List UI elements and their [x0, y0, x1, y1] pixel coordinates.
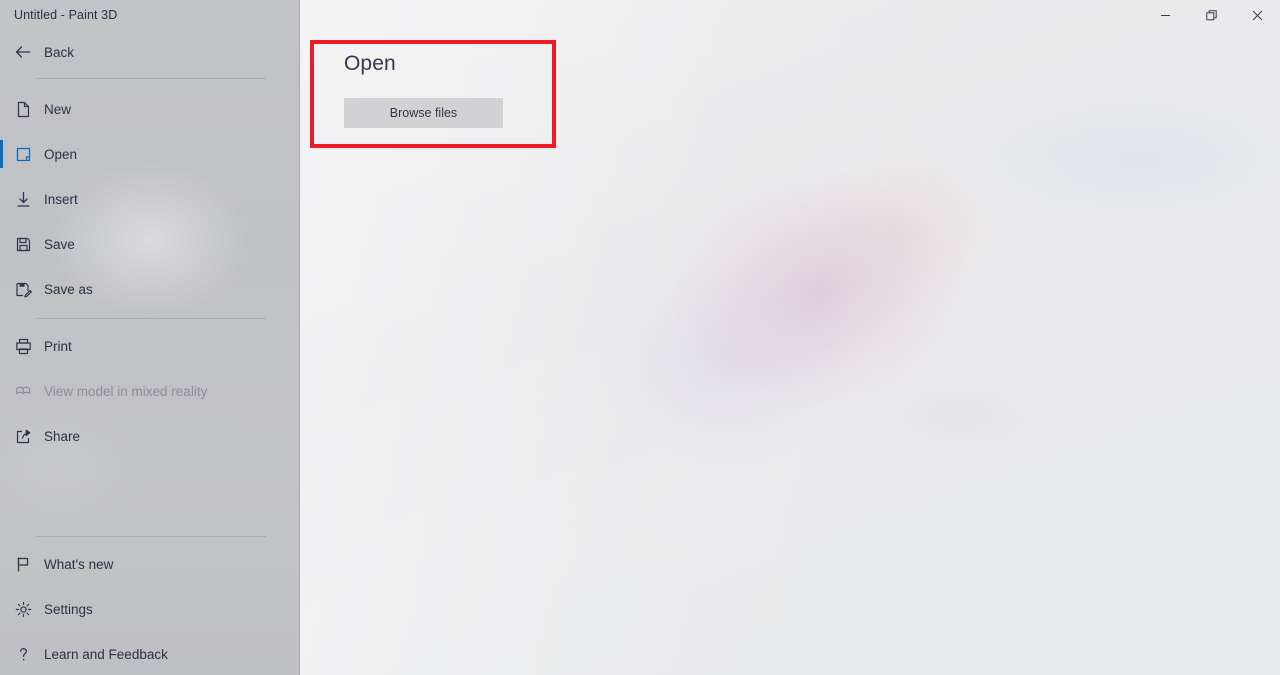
- selection-indicator: [0, 230, 3, 258]
- sidebar-item-label: What's new: [44, 556, 114, 572]
- selection-indicator: [0, 550, 3, 578]
- page-title: Open: [344, 52, 396, 75]
- share-icon: [13, 426, 33, 446]
- new-document-icon: [13, 99, 33, 119]
- sidebar-item-new[interactable]: New: [0, 91, 300, 127]
- sidebar-item-save-as[interactable]: Save as: [0, 271, 300, 307]
- sidebar-item-label: Save as: [44, 281, 93, 297]
- selection-indicator: [0, 275, 3, 303]
- selection-indicator: [0, 595, 3, 623]
- selection-indicator: [0, 38, 3, 66]
- selection-indicator: [0, 377, 3, 405]
- sidebar-item-label: Open: [44, 146, 78, 162]
- sidebar-item-print[interactable]: Print: [0, 328, 300, 364]
- sidebar-item-whats-new[interactable]: What's new: [0, 546, 300, 582]
- minimize-icon[interactable]: [1142, 0, 1188, 30]
- window-controls: [1142, 0, 1280, 30]
- save-as-icon: [13, 279, 33, 299]
- sidebar-item-label: New: [44, 101, 72, 117]
- arrow-left-icon: [13, 42, 33, 62]
- paint3d-window: Untitled - Paint 3D Back New Open Insert…: [0, 0, 1280, 675]
- sidebar-divider-2: [36, 318, 266, 319]
- sidebar-item-settings[interactable]: Settings: [0, 591, 300, 627]
- sidebar-divider-3: [36, 536, 266, 537]
- sidebar-item-label: Print: [44, 338, 72, 354]
- menu-sidebar: Untitled - Paint 3D Back New Open Insert…: [0, 0, 300, 675]
- sidebar-item-label: Settings: [44, 601, 93, 617]
- sidebar-item-learn-and-feedback[interactable]: Learn and Feedback: [0, 636, 300, 672]
- selection-indicator: [0, 422, 3, 450]
- back-button[interactable]: Back: [0, 34, 300, 70]
- sidebar-item-label: Insert: [44, 191, 78, 207]
- sidebar-item-insert[interactable]: Insert: [0, 181, 300, 217]
- open-folder-icon: [13, 144, 33, 164]
- back-label: Back: [44, 44, 75, 60]
- sidebar-item-label: View model in mixed reality: [44, 383, 208, 399]
- sidebar-item-save[interactable]: Save: [0, 226, 300, 262]
- insert-download-icon: [13, 189, 33, 209]
- selection-indicator: [0, 140, 3, 168]
- open-panel: Open Browse files: [310, 40, 556, 148]
- close-icon[interactable]: [1234, 0, 1280, 30]
- selection-indicator: [0, 95, 3, 123]
- sidebar-item-label: Save: [44, 236, 75, 252]
- mixed-reality-icon: [13, 381, 33, 401]
- sidebar-item-open[interactable]: Open: [0, 136, 300, 172]
- sidebar-item-label: Share: [44, 428, 81, 444]
- selection-indicator: [0, 640, 3, 668]
- selection-indicator: [0, 185, 3, 213]
- browse-files-button[interactable]: Browse files: [344, 98, 503, 128]
- printer-icon: [13, 336, 33, 356]
- gear-icon: [13, 599, 33, 619]
- save-disk-icon: [13, 234, 33, 254]
- restore-icon[interactable]: [1188, 0, 1234, 30]
- sidebar-item-view-model-mixed-reality: View model in mixed reality: [0, 373, 300, 409]
- flag-icon: [13, 554, 33, 574]
- sidebar-item-share[interactable]: Share: [0, 418, 300, 454]
- window-title: Untitled - Paint 3D: [14, 8, 118, 22]
- sidebar-item-label: Learn and Feedback: [44, 646, 168, 662]
- sidebar-divider-1: [36, 78, 266, 79]
- question-mark-icon: [13, 644, 33, 664]
- selection-indicator: [0, 332, 3, 360]
